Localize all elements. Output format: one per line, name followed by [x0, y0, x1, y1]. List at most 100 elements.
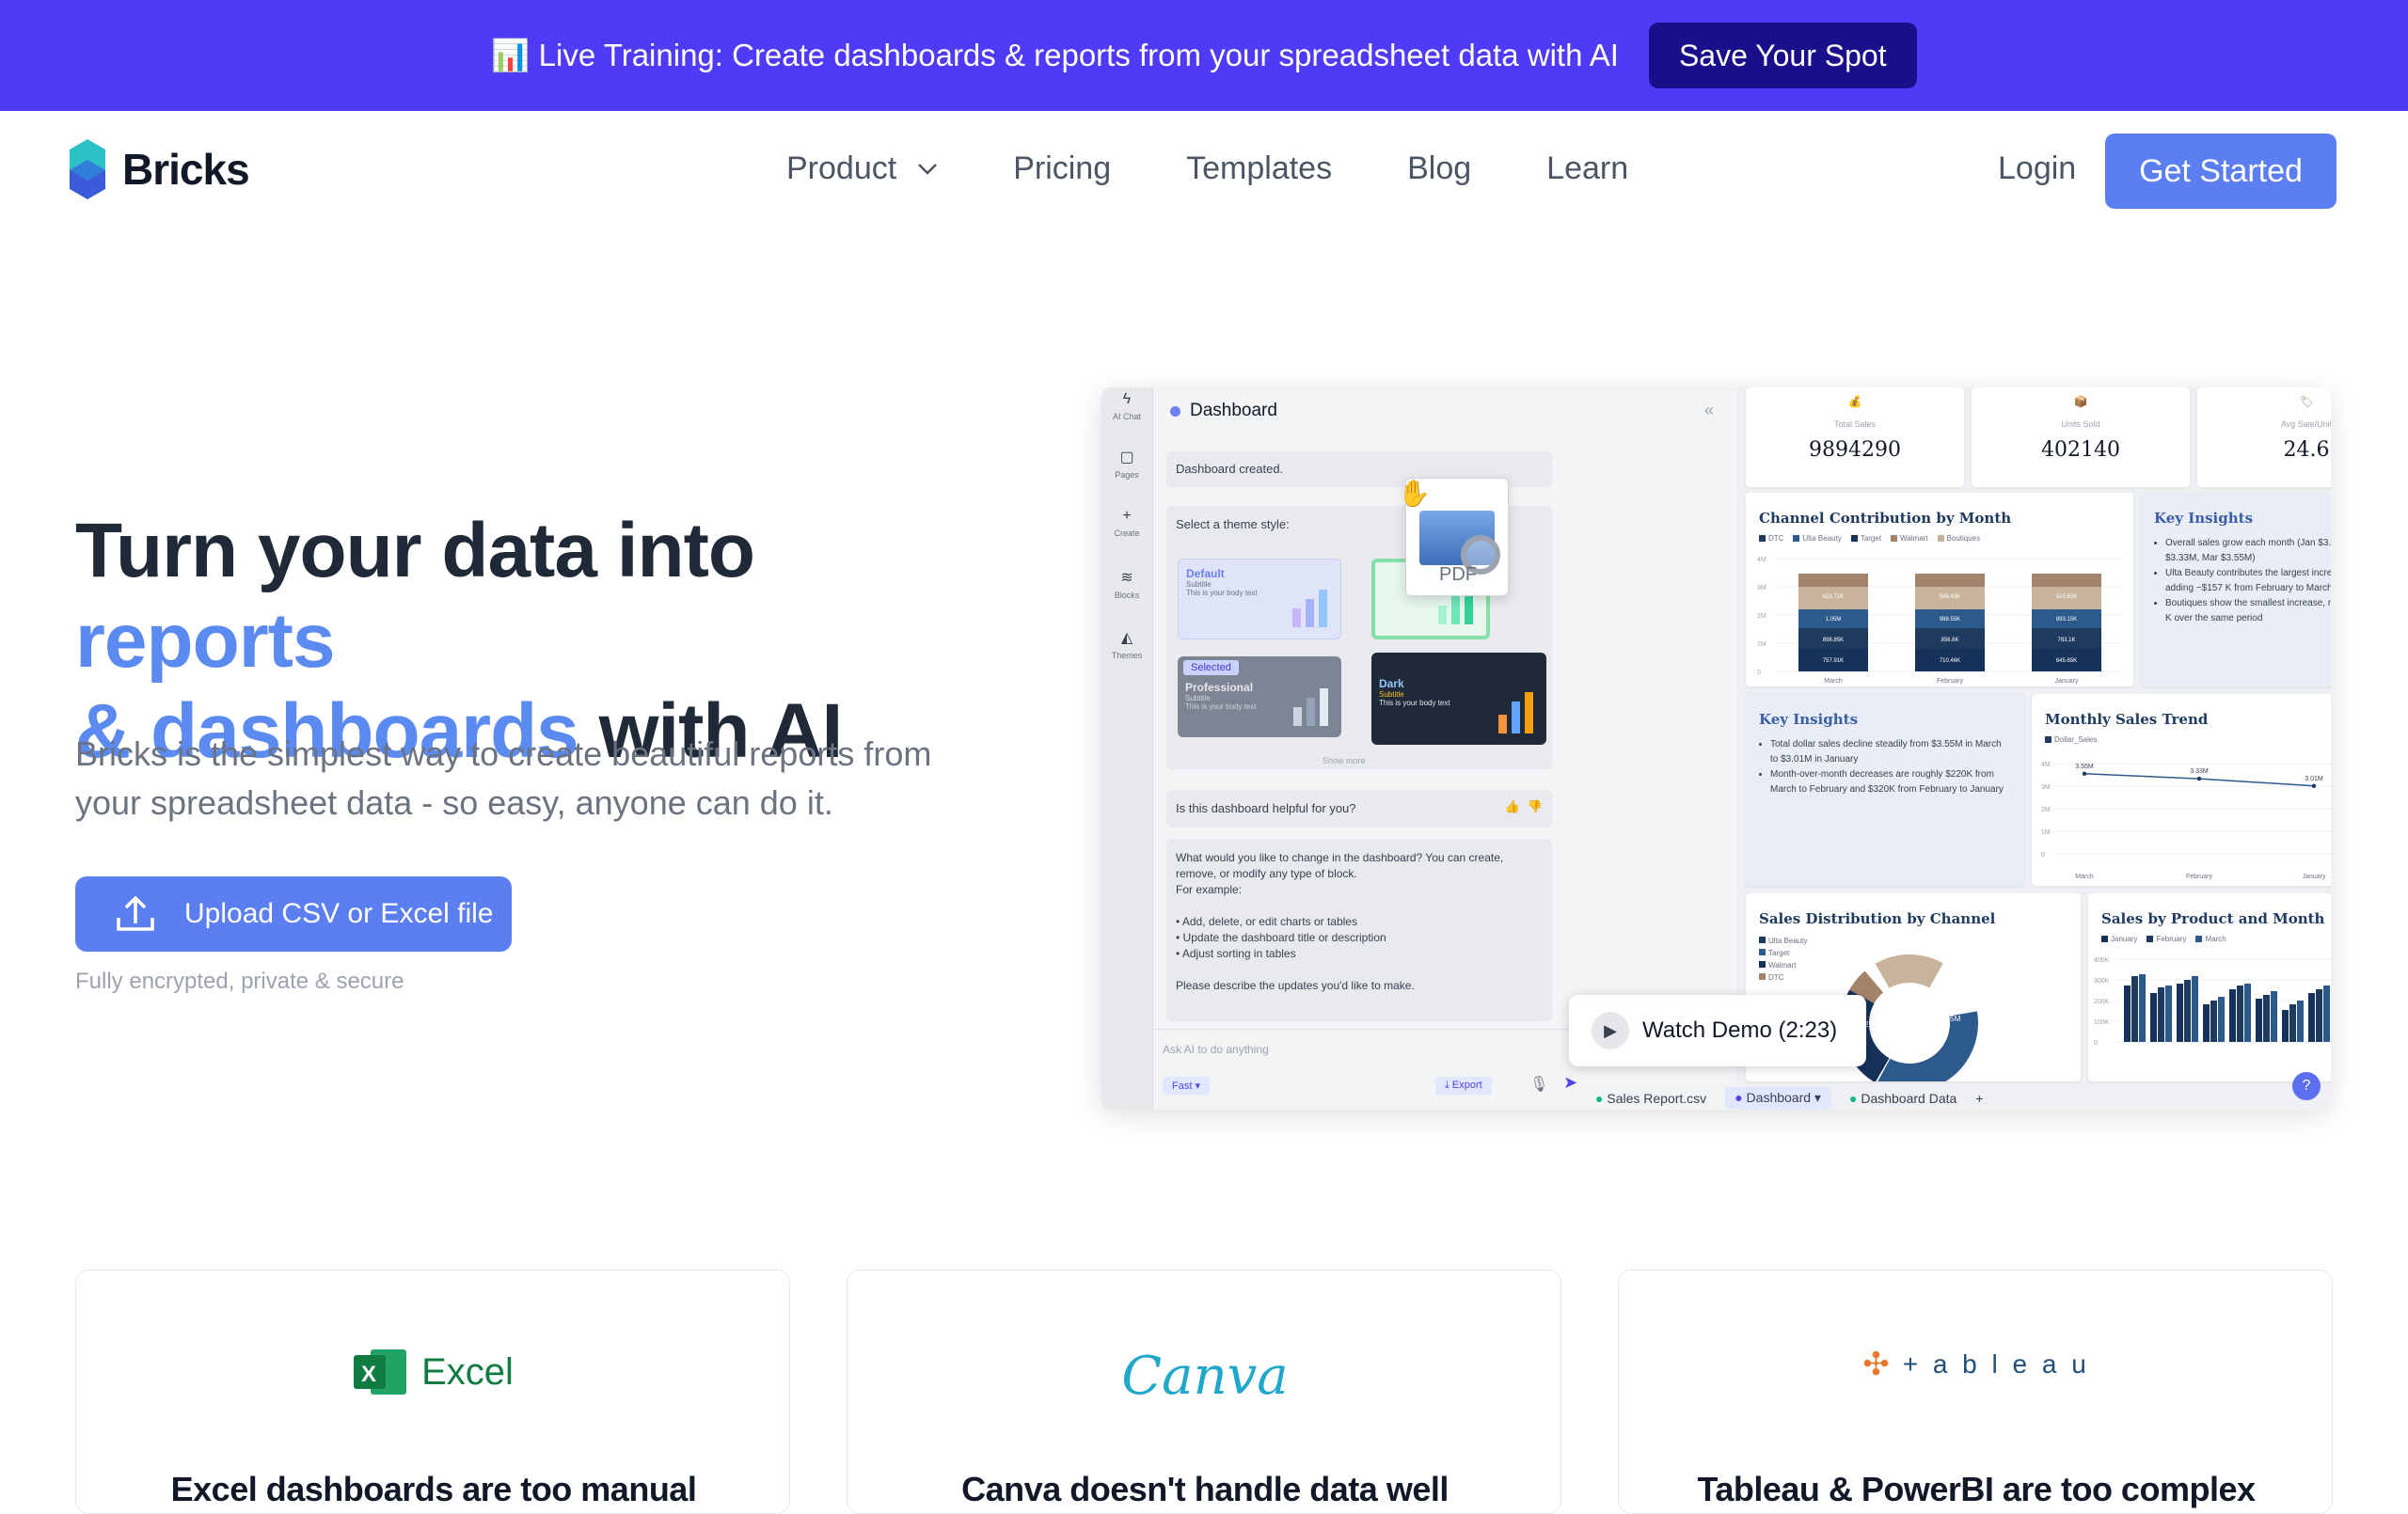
plus-icon: + — [1122, 508, 1132, 524]
tab-sales-report[interactable]: ● Sales Report.csv — [1595, 1091, 1706, 1106]
x-tick: February — [2186, 874, 2213, 880]
product-bar — [2131, 976, 2138, 1042]
login-link[interactable]: Login — [1998, 150, 2076, 187]
kpi-total-sales: 💰 Total Sales 9894290 — [1746, 387, 1964, 487]
x-tick: January — [2303, 874, 2326, 880]
canva-logo: Canva — [1121, 1346, 1289, 1407]
trend-label: 3.55M — [2075, 764, 2094, 770]
microphone-icon[interactable]: 🎙 — [1529, 1075, 1548, 1094]
change-prompt: What would you like to change in the das… — [1166, 839, 1552, 1021]
x-tick: March — [2075, 874, 2094, 880]
nav-product[interactable]: Product — [786, 150, 938, 187]
tableau-cross-icon: ✣ — [1862, 1347, 1890, 1382]
theme-default[interactable]: Default Subtitle This is your body text — [1178, 559, 1341, 639]
bar-label: 626.71K — [1823, 594, 1844, 600]
bar-label: 763.1K — [2057, 638, 2075, 643]
collapse-icon[interactable]: « — [1704, 401, 1714, 420]
chat-input[interactable]: Ask AI to do anything — [1163, 1043, 1269, 1056]
y-tick: 3M — [1757, 585, 1766, 591]
rail-create[interactable]: + Create — [1101, 508, 1153, 538]
hero-title-part1: Turn your data into — [75, 508, 755, 593]
upload-label: Upload CSV or Excel file — [184, 898, 494, 929]
svg-text:2.95M: 2.95M — [1940, 1015, 1961, 1023]
bar-label: 586.43K — [1940, 594, 1960, 600]
y-tick: 0 — [1757, 670, 1761, 676]
lightning-icon: ϟ — [1122, 391, 1132, 407]
product-bar — [2229, 989, 2236, 1042]
product-bar — [2177, 984, 2183, 1042]
y-tick: 3M — [2041, 784, 2051, 791]
trend-label: 3.01M — [2305, 776, 2323, 782]
tab-dashboard[interactable]: ● Dashboard ▾ — [1725, 1087, 1830, 1109]
play-icon: ▶ — [1592, 1012, 1629, 1049]
nav-blog[interactable]: Blog — [1407, 150, 1471, 187]
rail-themes[interactable]: ◭ Themes — [1101, 628, 1153, 660]
show-more-link[interactable]: Show more — [1323, 756, 1366, 765]
product-bar — [2297, 1001, 2304, 1042]
kpi-avg-sale: 🏷 Avg Sale/Unit 24.6 — [2197, 387, 2331, 487]
feature-title-tableau: Tableau & PowerBI are too complex — [1697, 1470, 2257, 1508]
rail-pages[interactable]: ▢ Pages — [1101, 448, 1153, 480]
y-tick: 2M — [1757, 613, 1766, 620]
theme-professional[interactable]: Selected Professional Subtitle This is y… — [1178, 656, 1341, 737]
hero-title-highlight-reports: reports — [75, 598, 336, 684]
x-tick: February — [1937, 678, 1964, 685]
add-tab-button[interactable]: + — [1975, 1091, 1983, 1106]
grab-cursor-icon: ✋ — [1398, 479, 1431, 508]
box-icon: 📦 — [2073, 395, 2088, 408]
brand-logo[interactable]: Bricks — [70, 139, 250, 199]
rail-blocks[interactable]: ≋ Blocks — [1101, 568, 1153, 600]
tag-icon: 🏷 — [2299, 395, 2314, 408]
export-button[interactable]: ⤓ Export — [1435, 1077, 1492, 1095]
excel-icon: X — [354, 1349, 407, 1395]
mode-select[interactable]: Fast ▾ — [1163, 1077, 1210, 1095]
y-tick: 400K — [2094, 957, 2110, 964]
product-bar — [2150, 993, 2157, 1042]
tab-dashboard-data[interactable]: ● Dashboard Data — [1849, 1091, 1956, 1106]
product-bar — [2256, 999, 2262, 1042]
nav-pricing[interactable]: Pricing — [1013, 150, 1111, 187]
product-bar — [2192, 976, 2198, 1042]
y-tick: 2M — [2041, 807, 2051, 813]
watch-demo-button[interactable]: ▶ Watch Demo (2:23) — [1569, 995, 1866, 1066]
nav-templates[interactable]: Templates — [1186, 150, 1332, 187]
selected-tag: Selected — [1183, 660, 1239, 675]
product-bar — [2289, 1004, 2296, 1042]
feature-card-excel: X Excel Excel dashboards are too manual — [75, 1270, 790, 1514]
upload-file-button[interactable]: Upload CSV or Excel file — [75, 876, 512, 952]
help-icon[interactable]: ? — [2292, 1072, 2321, 1100]
trend-point — [2082, 771, 2087, 776]
trend-point — [2311, 783, 2317, 788]
tableau-logo-text: + a b l e a u — [1902, 1349, 2090, 1379]
send-icon[interactable]: ➤ — [1563, 1073, 1577, 1093]
nav-learn[interactable]: Learn — [1546, 150, 1628, 187]
y-tick: 200K — [2094, 999, 2110, 1005]
product-bar — [2184, 980, 2191, 1042]
product-bar — [2165, 986, 2172, 1042]
theme-dark[interactable]: Dark Subtitle This is your body text — [1371, 653, 1546, 745]
product-bar — [2218, 997, 2225, 1042]
bar-label: 898.85K — [1823, 638, 1844, 643]
product-bar — [2203, 1004, 2210, 1042]
product-bar — [2282, 1010, 2289, 1042]
announcement-banner: 📊 Live Training: Create dashboards & rep… — [0, 0, 2408, 111]
thumbs-down-icon[interactable]: 👎 — [1528, 799, 1543, 814]
helpful-prompt: Is this dashboard helpful for you? 👍 👎 — [1166, 790, 1552, 828]
feature-card-tableau: ✣ + a b l e a u Tableau & PowerBI are to… — [1618, 1270, 2333, 1514]
get-started-button[interactable]: Get Started — [2105, 134, 2337, 209]
rail-ai-chat[interactable]: ϟ AI Chat — [1101, 391, 1153, 421]
product-bar — [2316, 989, 2322, 1042]
status-dot-icon — [1170, 405, 1180, 417]
key-insights-2: Key Insights Total dollar sales decline … — [1746, 694, 2024, 886]
y-tick: 0 — [2094, 1040, 2098, 1047]
y-tick: 4M — [2041, 762, 2051, 768]
bar-label: 525.65K — [2056, 594, 2077, 600]
bar-label: 710.46K — [1940, 658, 1960, 664]
bar-label: 893.15K — [2056, 617, 2077, 623]
svg-text:X: X — [361, 1362, 376, 1387]
save-spot-button[interactable]: Save Your Spot — [1648, 23, 1917, 88]
page-icon: ▢ — [1119, 449, 1134, 465]
excel-logo-text: Excel — [421, 1350, 514, 1393]
sheet-tabs: ● Sales Report.csv ● Dashboard ▾ ● Dashb… — [1595, 1087, 1983, 1109]
thumbs-up-icon[interactable]: 👍 — [1505, 799, 1520, 814]
